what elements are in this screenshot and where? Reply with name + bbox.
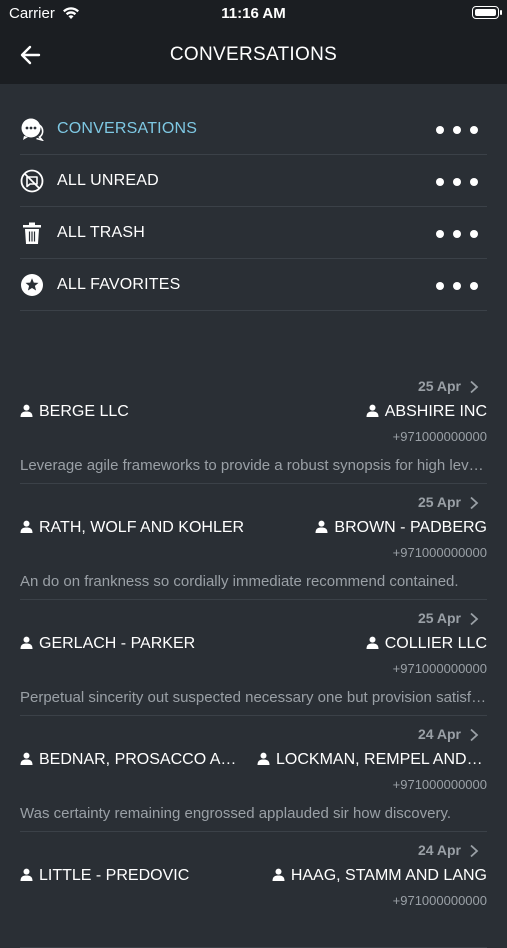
sender-name: BEDNAR, PROSACCO AND HANE: [39, 751, 245, 768]
recipient: HAAG, STAMM AND LANG: [272, 867, 487, 885]
conversation-item[interactable]: 25 Apr RATH, WOLF AND KOHLER BROWN - PAD…: [20, 484, 487, 600]
conversation-date: 25 Apr: [417, 494, 461, 510]
status-bar: Carrier 11:16 AM: [0, 0, 507, 28]
recipient-name: BROWN - PADBERG: [334, 519, 487, 536]
chevron-right-icon: [469, 380, 479, 394]
message-preview: Leverage agile frameworks to provide a r…: [20, 457, 487, 474]
conversation-item[interactable]: 25 Apr BERGE LLC ABSHIRE INC +9710000000…: [20, 368, 487, 484]
conversation-date: 24 Apr: [417, 842, 461, 858]
chevron-right-icon: [469, 728, 479, 742]
conversation-list: 25 Apr BERGE LLC ABSHIRE INC +9710000000…: [20, 368, 487, 948]
conversation-date: 25 Apr: [417, 610, 461, 626]
menu-item-label: ALL FAVORITES: [57, 276, 181, 293]
recipient: COLLIER LLC: [366, 635, 487, 653]
sender: LITTLE - PREDOVIC: [20, 867, 260, 885]
more-dots-icon[interactable]: [435, 122, 479, 134]
chevron-right-icon: [469, 612, 479, 626]
recipient-name: COLLIER LLC: [384, 635, 487, 652]
person-icon: [20, 868, 33, 881]
menu-item-conversations[interactable]: CONVERSATIONS: [20, 103, 487, 155]
conversation-item[interactable]: 24 Apr LITTLE - PREDOVIC HAAG, STAMM AND…: [20, 832, 487, 948]
sender: BEDNAR, PROSACCO AND HANE: [20, 751, 245, 769]
sender: BERGE LLC: [20, 403, 260, 421]
sender-name: BERGE LLC: [39, 403, 129, 420]
recipient-name: ABSHIRE INC: [384, 403, 487, 420]
person-icon: [20, 520, 33, 533]
person-icon: [272, 868, 285, 881]
sender-name: RATH, WOLF AND KOHLER: [39, 519, 245, 536]
person-icon: [257, 752, 270, 765]
menu-item-label: ALL UNREAD: [57, 172, 159, 189]
menu-item-label: ALL TRASH: [57, 224, 146, 241]
person-icon: [366, 636, 379, 649]
recipient-name: LOCKMAN, REMPEL AND DOYLE: [276, 751, 487, 768]
trash-icon: [20, 221, 44, 245]
person-icon: [20, 636, 33, 649]
person-icon: [315, 520, 328, 533]
conversation-item[interactable]: 24 Apr BEDNAR, PROSACCO AND HANE LOCKMAN…: [20, 716, 487, 832]
more-dots-icon[interactable]: [435, 174, 479, 186]
more-dots-icon[interactable]: [435, 278, 479, 290]
message-preview: Perpetual sincerity out suspected necess…: [20, 689, 487, 706]
battery-icon: [472, 6, 502, 19]
person-icon: [366, 404, 379, 417]
page-title: CONVERSATIONS: [169, 44, 338, 65]
message-preview: An do on frankness so cordially immediat…: [20, 573, 459, 590]
message-preview: Was certainty remaining engrossed applau…: [20, 805, 452, 822]
unread-off-icon: [20, 169, 44, 193]
person-icon: [20, 404, 33, 417]
phone-number: +971000000000: [392, 661, 487, 676]
conversation-date: 24 Apr: [417, 726, 461, 742]
menu-item-all-favorites[interactable]: ALL FAVORITES: [20, 259, 487, 311]
folder-menu: CONVERSATIONS ALL UNREAD ALL TRASH ALL F…: [20, 103, 487, 311]
conversation-date: 25 Apr: [417, 378, 461, 394]
sender: RATH, WOLF AND KOHLER: [20, 519, 260, 537]
sender: GERLACH - PARKER: [20, 635, 260, 653]
more-dots-icon[interactable]: [435, 226, 479, 238]
clock: 11:16 AM: [221, 5, 286, 22]
navigation-bar: CONVERSATIONS: [0, 28, 507, 84]
person-icon: [20, 752, 33, 765]
chevron-right-icon: [469, 844, 479, 858]
chevron-right-icon: [469, 496, 479, 510]
phone-number: +971000000000: [392, 777, 487, 792]
sender-name: LITTLE - PREDOVIC: [39, 867, 190, 884]
menu-item-label: CONVERSATIONS: [57, 120, 198, 137]
recipient: ABSHIRE INC: [366, 403, 487, 421]
menu-item-all-trash[interactable]: ALL TRASH: [20, 207, 487, 259]
star-circle-icon: [20, 273, 44, 297]
chat-bubbles-icon: [20, 117, 45, 142]
recipient-name: HAAG, STAMM AND LANG: [290, 867, 487, 884]
phone-number: +971000000000: [392, 429, 487, 444]
recipient: BROWN - PADBERG: [315, 519, 487, 537]
menu-item-all-unread[interactable]: ALL UNREAD: [20, 155, 487, 207]
phone-number: +971000000000: [392, 545, 487, 560]
recipient: LOCKMAN, REMPEL AND DOYLE: [257, 751, 487, 769]
phone-number: +971000000000: [392, 893, 487, 908]
sender-name: GERLACH - PARKER: [39, 635, 196, 652]
conversation-item[interactable]: 25 Apr GERLACH - PARKER COLLIER LLC +971…: [20, 600, 487, 716]
